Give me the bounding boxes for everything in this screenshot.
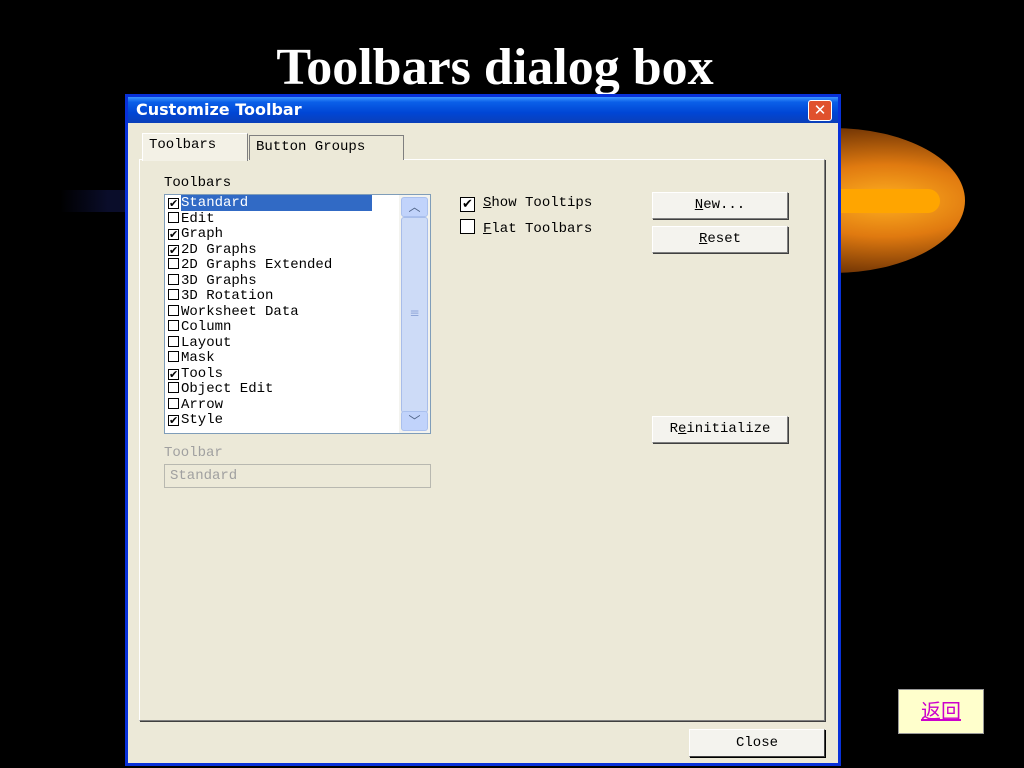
- list-item-label: 2D Graphs: [181, 241, 257, 258]
- checkbox-checked-icon[interactable]: ✔: [168, 198, 179, 209]
- reset-label: eset: [707, 231, 741, 247]
- list-item[interactable]: ✔ Style: [168, 413, 398, 429]
- new-mnemonic: N: [694, 197, 704, 213]
- show-tooltips-checkbox[interactable]: ✔ Show Tooltips: [460, 195, 592, 212]
- listbox-scrollbar[interactable]: ︿ ≡ ﹀: [399, 195, 430, 433]
- slide-title: Toolbars dialog box: [276, 39, 714, 96]
- reinitialize-button[interactable]: Reinitialize: [652, 416, 788, 443]
- list-item-label: 3D Graphs: [181, 272, 257, 289]
- list-item-label: Column: [181, 319, 232, 335]
- list-item[interactable]: Column: [168, 320, 398, 336]
- checkbox-unchecked-icon[interactable]: [168, 289, 179, 300]
- checkbox-checked-icon[interactable]: ✔: [168, 415, 179, 426]
- flat-toolbars-label: lat Toolbars: [491, 221, 593, 237]
- reinitialize-label: initialize: [686, 421, 771, 437]
- list-item[interactable]: Object Edit: [168, 382, 398, 398]
- checkbox-unchecked-icon[interactable]: [168, 397, 179, 409]
- list-item[interactable]: Layout: [168, 334, 398, 352]
- list-item-label: Style: [181, 412, 224, 428]
- list-item[interactable]: 3D Rotation: [168, 289, 398, 305]
- checkbox-checked-icon[interactable]: ✔: [168, 244, 179, 256]
- toolbars-group-label: Toolbars: [164, 175, 232, 191]
- toolbar-field-label: Toolbar: [164, 445, 223, 461]
- scroll-up-icon[interactable]: ︿: [401, 197, 428, 217]
- list-item[interactable]: ✔ Standard: [168, 195, 398, 212]
- checkbox-checked-icon[interactable]: ✔: [168, 368, 179, 380]
- list-item-label: Standard: [181, 195, 373, 211]
- checkbox-unchecked-icon[interactable]: [168, 304, 179, 316]
- checkbox-unchecked-icon[interactable]: [168, 351, 179, 362]
- reset-button[interactable]: Reset: [652, 226, 788, 253]
- scroll-down-icon[interactable]: ﹀: [401, 411, 428, 431]
- list-item[interactable]: ✔ Tools: [168, 365, 398, 383]
- tab-button-groups[interactable]: Button Groups: [249, 135, 404, 160]
- scroll-thumb[interactable]: ≡: [401, 217, 428, 413]
- list-item-label: Graph: [181, 226, 224, 242]
- checkbox-unchecked-icon[interactable]: [168, 258, 179, 269]
- new-button[interactable]: New...: [652, 192, 788, 219]
- list-item-label: 2D Graphs Extended: [181, 257, 333, 273]
- checkbox-unchecked-icon[interactable]: [460, 219, 475, 234]
- return-link[interactable]: 返回: [898, 689, 984, 734]
- checkbox-unchecked-icon[interactable]: [168, 335, 179, 347]
- list-item[interactable]: Mask: [168, 351, 398, 367]
- checkbox-unchecked-icon[interactable]: [168, 211, 179, 223]
- close-icon[interactable]: ✕: [808, 100, 832, 121]
- list-item[interactable]: 3D Graphs: [168, 272, 398, 290]
- reinitialize-prefix: R: [669, 421, 678, 437]
- list-item[interactable]: Worksheet Data: [168, 303, 398, 321]
- list-item[interactable]: 2D Graphs Extended: [168, 258, 398, 274]
- checkbox-checked-icon[interactable]: ✔: [460, 197, 475, 212]
- list-item-label: Arrow: [181, 396, 224, 413]
- checkbox-unchecked-icon[interactable]: [168, 273, 179, 285]
- dialog-titlebar[interactable]: Customize Toolbar ✕: [128, 97, 838, 123]
- new-label: ew...: [703, 197, 746, 213]
- checkbox-checked-icon[interactable]: ✔: [168, 229, 179, 240]
- dialog-title: Customize Toolbar: [136, 100, 302, 119]
- close-button[interactable]: Close: [689, 729, 825, 757]
- list-item[interactable]: Edit: [168, 210, 398, 228]
- list-item-label: 3D Rotation: [181, 288, 274, 304]
- show-tooltips-label: how Tooltips: [491, 195, 593, 211]
- list-item-label: Object Edit: [181, 381, 274, 397]
- list-item-label: Worksheet Data: [181, 303, 299, 320]
- tab-toolbars[interactable]: Toolbars: [142, 133, 248, 161]
- list-item[interactable]: ✔ 2D Graphs: [168, 241, 398, 259]
- flat-toolbars-checkbox[interactable]: Flat Toolbars: [460, 219, 592, 237]
- toolbars-listbox[interactable]: ✔ Standard Edit ✔ Graph ✔ 2D Graphs 2D Graphs E…: [164, 194, 431, 434]
- list-item[interactable]: Arrow: [168, 396, 398, 414]
- list-item-label: Edit: [181, 210, 215, 227]
- list-item-label: Tools: [181, 365, 224, 382]
- list-item-label: Layout: [181, 334, 232, 351]
- list-item[interactable]: ✔ Graph: [168, 227, 398, 243]
- list-item-label: Mask: [181, 350, 215, 366]
- toolbar-name-field: Standard: [164, 464, 431, 488]
- checkbox-unchecked-icon[interactable]: [168, 320, 179, 331]
- checkbox-unchecked-icon[interactable]: [168, 382, 179, 393]
